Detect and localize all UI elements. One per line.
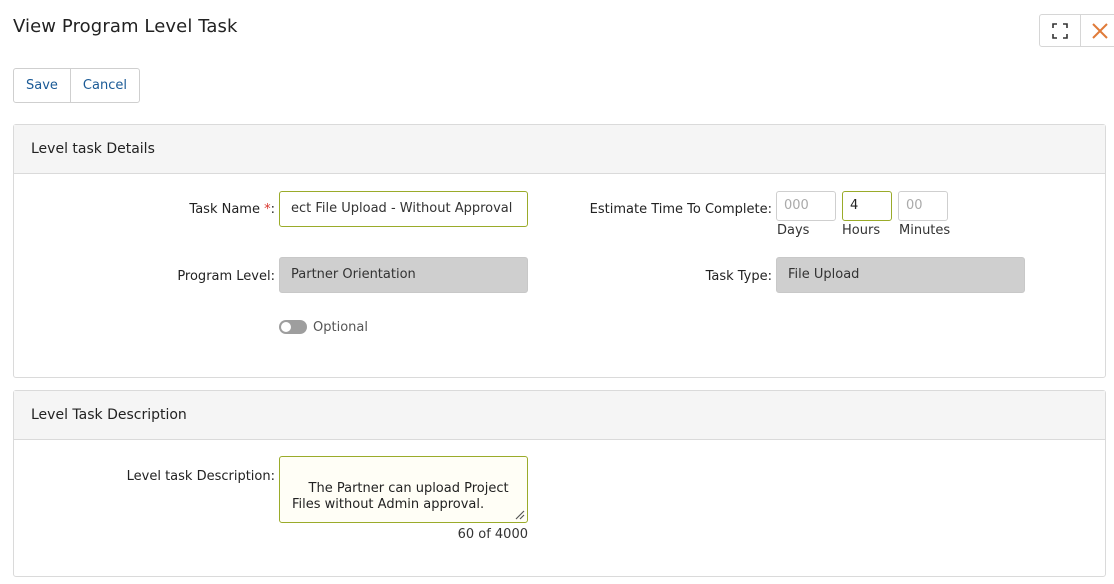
hours-caption: Hours [842,223,881,238]
description-panel: Level Task Description Level task Descri… [13,390,1106,577]
character-counter: 60 of 4000 [457,527,528,542]
resize-handle-icon[interactable] [513,508,525,520]
save-button[interactable]: Save [14,69,70,102]
task-name-input[interactable]: ect File Upload - Without Approval [279,191,528,227]
label-colon: : [270,202,275,217]
days-input[interactable]: 000 [776,191,836,221]
page-title: View Program Level Task [13,16,238,37]
description-label: Level task Description: [126,469,275,484]
expand-button[interactable] [1040,15,1080,46]
program-level-label: Program Level: [177,269,275,284]
details-panel: Level task Details Task Name *: ect File… [13,124,1106,378]
optional-toggle[interactable] [279,320,307,334]
description-section-title: Level Task Description [14,391,1105,440]
details-section-title: Level task Details [14,125,1105,174]
cancel-button[interactable]: Cancel [69,69,139,102]
days-caption: Days [777,223,810,238]
program-level-field: Partner Orientation [279,257,528,293]
minutes-caption: Minutes [899,223,951,238]
close-icon [1092,22,1109,39]
window-controls [1039,14,1114,47]
optional-label: Optional [313,320,368,335]
close-button[interactable] [1079,15,1114,46]
minutes-input[interactable]: 00 [898,191,948,221]
estimate-time-label: Estimate Time To Complete: [589,202,772,217]
task-name-label: Task Name *: [134,202,275,217]
task-type-field: File Upload [776,257,1025,293]
description-text: The Partner can upload Project Files wit… [292,481,509,512]
task-type-label: Task Type: [705,269,772,284]
description-textarea[interactable]: The Partner can upload Project Files wit… [279,456,528,523]
task-name-label-text: Task Name [189,202,260,217]
expand-icon [1052,22,1068,39]
action-toolbar: Save Cancel [13,68,140,103]
hours-input[interactable]: 4 [842,191,892,221]
